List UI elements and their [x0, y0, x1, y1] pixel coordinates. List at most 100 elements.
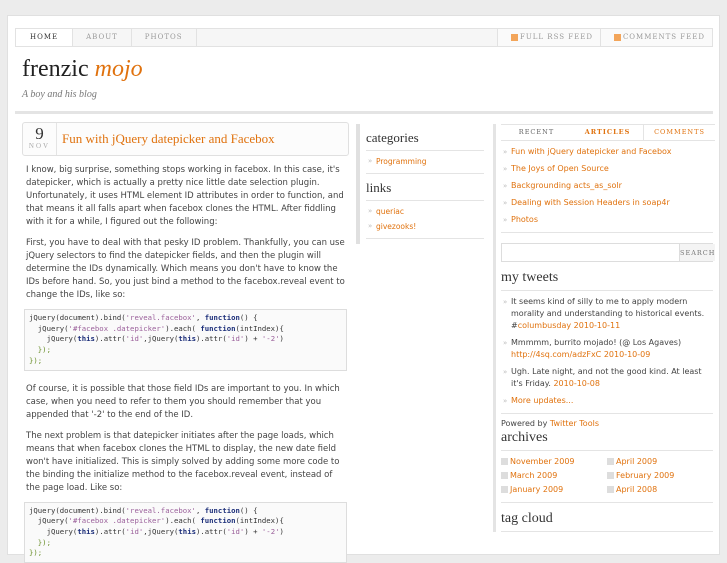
- powered-by: Powered by: [501, 419, 550, 428]
- post-paragraph: Of course, it is possible that those fie…: [26, 383, 340, 420]
- recent-article-link[interactable]: Fun with jQuery datepicker and Facebox: [511, 147, 671, 156]
- tag-cloud-heading: tag cloud: [501, 511, 713, 532]
- code-token: ): [279, 334, 284, 344]
- date-month: NOV: [28, 142, 51, 150]
- code-token: () {: [239, 505, 258, 515]
- archive-link[interactable]: November 2009: [510, 457, 575, 466]
- code-token: ): [279, 526, 284, 536]
- post-date: 9 NOV: [23, 123, 57, 155]
- recent-article-link[interactable]: The Joys of Open Source: [511, 164, 609, 173]
- code-token: this: [77, 334, 95, 344]
- search-input[interactable]: [502, 244, 679, 261]
- archive-link[interactable]: March 2009: [510, 471, 557, 480]
- blog-title[interactable]: frenzic mojo: [22, 56, 143, 83]
- code-token: this: [178, 526, 196, 536]
- code-token: this: [178, 334, 196, 344]
- calendar-icon: [607, 458, 614, 465]
- right-sidebar: RECENT ARTICLES COMMENTS Fun with jQuery…: [493, 124, 716, 532]
- code-token: 'id': [226, 334, 245, 344]
- code-token: 'id': [125, 526, 144, 536]
- archive-link[interactable]: April 2009: [616, 457, 657, 466]
- link-queriac[interactable]: queriac: [376, 207, 404, 216]
- code-token: function: [204, 505, 240, 515]
- post-paragraph: First, you have to deal with that pesky …: [26, 238, 345, 300]
- code-token: (intIndex){: [235, 323, 284, 333]
- code-token: () {: [239, 313, 258, 322]
- tweet-date[interactable]: 2010-10-11: [574, 321, 621, 330]
- top-nav: HOME ABOUT PHOTOS FULL RSS FEED COMMENTS…: [15, 28, 713, 47]
- code-token: function: [204, 313, 240, 322]
- code-token: ).attr(: [94, 526, 126, 536]
- code-token: ).attr(: [195, 526, 227, 536]
- code-token: function: [200, 323, 236, 333]
- archive-link[interactable]: February 2009: [616, 471, 674, 480]
- header-divider: [15, 111, 713, 114]
- link-givezooks[interactable]: givezooks!: [376, 222, 416, 231]
- tab-comments[interactable]: COMMENTS: [644, 125, 715, 140]
- twitter-tools-link[interactable]: Twitter Tools: [550, 419, 599, 428]
- nav-about[interactable]: ABOUT: [73, 29, 132, 46]
- code-token: '-2': [261, 526, 280, 536]
- archive-link[interactable]: January 2009: [510, 485, 563, 494]
- code-token: jQuery(: [29, 526, 78, 536]
- code-token: jQuery(document).bind(: [29, 505, 126, 515]
- hashtag-link[interactable]: columbusday: [518, 321, 571, 330]
- title-plain: frenzic: [22, 56, 89, 82]
- code-token: ,jQuery(: [143, 526, 179, 536]
- code-token: '#facebox .datepicker': [68, 323, 166, 333]
- code-token: '#facebox .datepicker': [68, 516, 166, 526]
- comments-feed-link[interactable]: COMMENTS FEED: [599, 29, 712, 46]
- calendar-icon: [607, 472, 614, 479]
- post-paragraph: I know, big surprise, something stops wo…: [26, 165, 344, 227]
- code-token: ).each(: [165, 323, 201, 333]
- tweets-heading: my tweets: [501, 270, 713, 291]
- links-heading: links: [366, 174, 484, 201]
- title-em: mojo: [94, 56, 143, 82]
- code-token: 'id': [226, 526, 245, 536]
- post-header: 9 NOV Fun with jQuery datepicker and Face…: [22, 122, 349, 156]
- post-title[interactable]: Fun with jQuery datepicker and Facebox: [57, 123, 280, 155]
- tweet-link[interactable]: http://4sq.com/adzFxC: [511, 350, 601, 359]
- category-link[interactable]: Programming: [376, 157, 427, 166]
- recent-article-link[interactable]: Dealing with Session Headers in soap4r: [511, 198, 670, 207]
- code-block: jQuery(document).bind('reveal.facebox', …: [24, 501, 347, 563]
- recent-article-link[interactable]: Backgrounding acts_as_solr: [511, 181, 622, 190]
- more-updates-link[interactable]: More updates...: [511, 396, 573, 405]
- code-token: 'reveal.facebox': [125, 313, 196, 322]
- code-token: ) +: [244, 334, 262, 344]
- tweet-date[interactable]: 2010-10-09: [604, 350, 651, 359]
- feed-label: COMMENTS FEED: [622, 33, 705, 41]
- calendar-icon: [501, 458, 508, 465]
- recent-article-link[interactable]: Photos: [511, 215, 538, 224]
- nav-photos[interactable]: PHOTOS: [132, 29, 197, 46]
- nav-home[interactable]: HOME: [16, 29, 74, 46]
- code-token: ) +: [244, 526, 262, 536]
- tweet-text: Mmmmm, burrito mojado! (@ Los Agaves): [511, 338, 682, 347]
- code-token: ).each(: [165, 516, 201, 526]
- date-day: 9: [35, 124, 44, 143]
- code-token: jQuery(document).bind(: [29, 313, 126, 322]
- post-paragraph: The next problem is that datepicker init…: [26, 430, 340, 493]
- tweet: Mmmmm, burrito mojado! (@ Los Agaves) ht…: [503, 337, 713, 361]
- tabs: RECENT ARTICLES COMMENTS: [501, 124, 715, 141]
- tweet: It seems kind of silly to me to apply mo…: [503, 296, 713, 332]
- archives-heading: archives: [501, 430, 713, 451]
- code-token: jQuery(: [29, 516, 69, 526]
- categories-heading: categories: [366, 124, 484, 151]
- calendar-icon: [607, 486, 614, 493]
- archive-link[interactable]: April 2008: [616, 485, 657, 494]
- middle-sidebar: categories Programming links queriac give…: [356, 124, 484, 244]
- search-button[interactable]: SEARCH: [679, 244, 716, 261]
- search-form: SEARCH: [501, 243, 716, 262]
- tagline: A boy and his blog: [22, 89, 97, 100]
- tab-recent[interactable]: RECENT: [501, 125, 572, 140]
- full-rss-feed-link[interactable]: FULL RSS FEED: [497, 29, 600, 46]
- code-token: jQuery(: [29, 323, 69, 333]
- tweet-date[interactable]: 2010-10-08: [553, 379, 600, 388]
- code-token: ,: [195, 505, 205, 515]
- tab-articles[interactable]: ARTICLES: [572, 125, 644, 140]
- code-token: });: [29, 345, 51, 355]
- calendar-icon: [501, 486, 508, 493]
- code-token: this: [77, 526, 95, 536]
- code-token: '-2': [261, 334, 280, 344]
